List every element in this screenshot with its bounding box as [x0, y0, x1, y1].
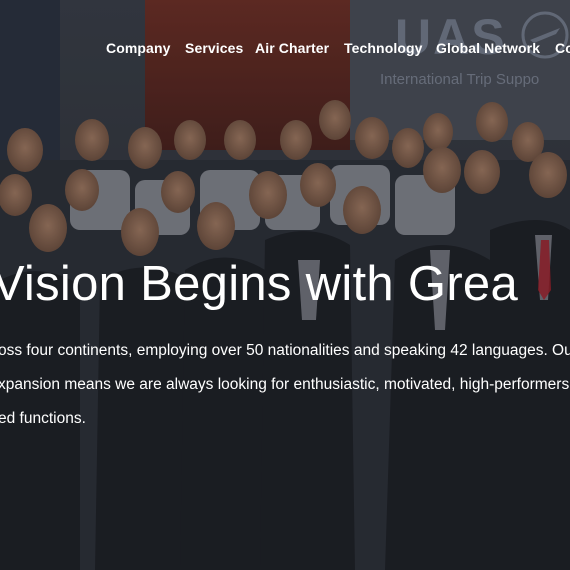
- hero-body-line-1: oss four continents, employing over 50 n…: [0, 342, 570, 359]
- nav-company[interactable]: Company: [106, 40, 171, 56]
- nav-contact[interactable]: Co: [555, 40, 570, 56]
- nav-air-charter[interactable]: Air Charter: [255, 40, 329, 56]
- hero-body-line-2: xpansion means we are always looking for…: [0, 376, 570, 393]
- hero-body-line-3: ed functions.: [0, 410, 86, 427]
- nav-technology[interactable]: Technology: [344, 40, 423, 56]
- main-navigation: Company Services Air Charter Technology …: [0, 0, 570, 98]
- nav-global-network[interactable]: Global Network: [436, 40, 540, 56]
- nav-services[interactable]: Services: [185, 40, 243, 56]
- hero-section: UAS International Trip Suppo Company Ser…: [0, 0, 570, 570]
- hero-headline: t Vision Begins with Grea: [0, 257, 519, 311]
